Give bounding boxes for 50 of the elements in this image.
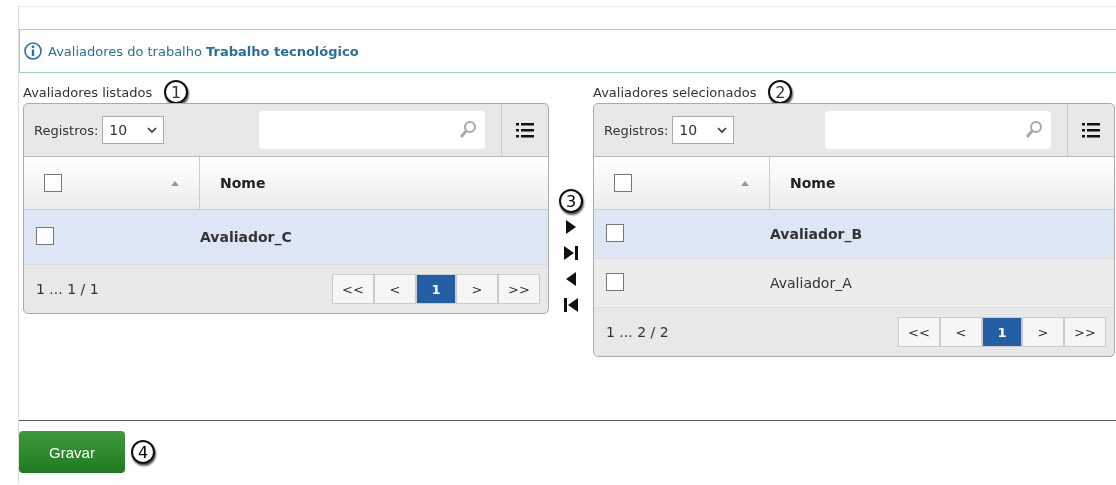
chevron-down-icon xyxy=(147,126,158,134)
page-button[interactable]: < xyxy=(940,317,982,347)
sort-icon xyxy=(171,180,179,186)
save-button[interactable]: Gravar xyxy=(19,431,125,473)
page-button[interactable]: >> xyxy=(1064,317,1106,347)
callout-number: 2 xyxy=(768,80,793,104)
table-cell-text: Avaliador_C xyxy=(200,229,293,245)
search-field[interactable] xyxy=(259,111,485,149)
page-button[interactable]: > xyxy=(1022,317,1064,347)
page-button[interactable]: 1 xyxy=(982,317,1022,347)
column-header[interactable]: Nome xyxy=(220,175,266,191)
info-icon xyxy=(24,42,42,60)
move-all-right-icon xyxy=(563,245,579,261)
page-range: 1 ... 1 / 1 xyxy=(36,281,99,297)
table-row[interactable]: Avaliador_A xyxy=(594,259,1114,308)
page-button[interactable]: 1 xyxy=(416,274,456,304)
page-button[interactable]: > xyxy=(456,274,498,304)
search-field[interactable] xyxy=(825,111,1051,149)
page-button[interactable]: << xyxy=(898,317,940,347)
callout-number: 3 xyxy=(559,189,583,213)
row-checkbox[interactable] xyxy=(606,223,624,242)
callout-number: 4 xyxy=(131,440,155,464)
callout-number: 1 xyxy=(164,80,189,104)
page-button[interactable]: < xyxy=(374,274,416,304)
select-all-checkbox[interactable] xyxy=(44,174,62,192)
table-cell-text: Avaliador_A xyxy=(770,275,853,291)
page-button[interactable]: >> xyxy=(498,274,540,304)
table-cell-text: Avaliador_B xyxy=(770,226,864,242)
move-all-left-icon xyxy=(563,297,579,313)
records-select[interactable]: 10 xyxy=(102,116,165,144)
search-icon xyxy=(459,120,477,140)
page-range: 1 ... 2 / 2 xyxy=(606,324,669,340)
sort-icon xyxy=(741,180,749,186)
list-icon xyxy=(516,122,534,138)
records-label: Registros: xyxy=(604,122,669,138)
row-checkbox[interactable] xyxy=(606,272,624,291)
panel-title: Avaliadores listados xyxy=(23,84,153,100)
info-text: Avaliadores do trabalho Trabalho tecnológico xyxy=(48,43,359,59)
list-icon xyxy=(1082,122,1100,138)
table-row[interactable]: Avaliador_C xyxy=(24,210,548,265)
chevron-down-icon xyxy=(717,126,728,134)
records-label: Registros: xyxy=(34,122,99,138)
row-checkbox[interactable] xyxy=(36,226,54,245)
table-row[interactable]: Avaliador_B xyxy=(594,210,1114,259)
panel-title: Avaliadores selecionados xyxy=(593,84,757,100)
search-icon xyxy=(1025,120,1043,140)
column-header[interactable]: Nome xyxy=(790,175,836,191)
page-button[interactable]: << xyxy=(332,274,374,304)
records-select[interactable]: 10 xyxy=(672,116,735,144)
select-all-checkbox[interactable] xyxy=(614,174,632,192)
